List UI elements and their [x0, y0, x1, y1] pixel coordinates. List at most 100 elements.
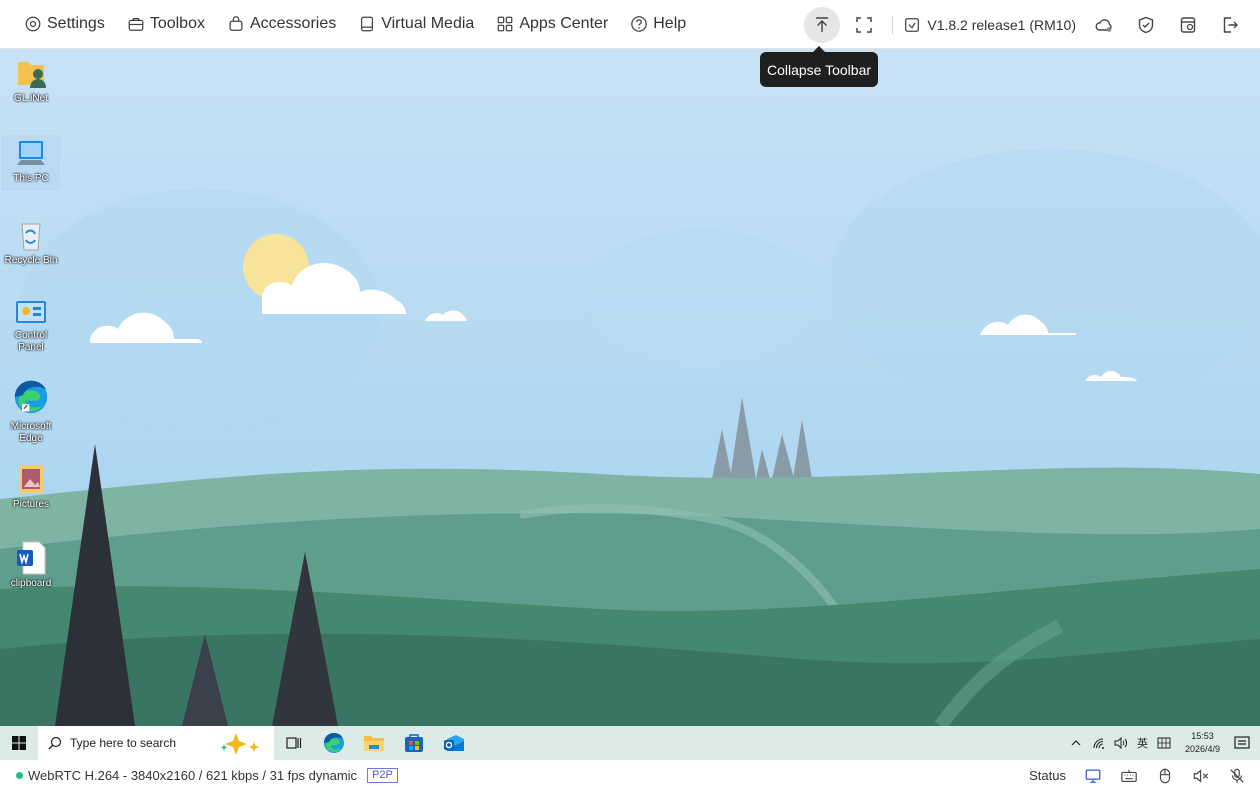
windows-taskbar: Type here to search 英 15:53 2026/4/9: [0, 726, 1260, 760]
toolbar-menu: Settings Toolbox Accessories Virtual Med…: [24, 0, 686, 49]
device-icon: [1180, 16, 1196, 33]
monitor-icon[interactable]: [1084, 767, 1102, 785]
recycle-bin-icon: [13, 217, 49, 253]
help-label: Help: [653, 15, 687, 32]
control-panel-icon: [13, 298, 49, 328]
taskbar-search-box[interactable]: Type here to search: [38, 726, 274, 760]
taskbar-edge[interactable]: [314, 726, 354, 760]
user-folder-icon: [13, 55, 49, 91]
top-toolbar: Settings Toolbox Accessories Virtual Med…: [0, 0, 1260, 49]
task-view-button[interactable]: [274, 726, 314, 760]
search-icon: [48, 736, 62, 750]
toolbox-menu[interactable]: Toolbox: [127, 0, 205, 49]
taskbar-store[interactable]: [394, 726, 434, 760]
tooltip-text: Collapse Toolbar: [766, 61, 872, 78]
taskbar-clock[interactable]: 15:53 2026/4/9: [1185, 730, 1220, 756]
speaker-muted-icon[interactable]: [1192, 767, 1210, 785]
device-button[interactable]: [1170, 7, 1206, 43]
apps-icon: [497, 16, 513, 32]
settings-menu[interactable]: Settings: [24, 0, 105, 49]
p2p-badge: P2P: [367, 768, 398, 783]
mouse-icon[interactable]: [1156, 767, 1174, 785]
security-button[interactable]: [1128, 7, 1164, 43]
accessories-menu[interactable]: Accessories: [227, 0, 336, 49]
drive-icon: [361, 16, 374, 32]
gear-icon: [25, 16, 41, 32]
apps-center-menu[interactable]: Apps Center: [496, 0, 608, 49]
virtual-media-label: Virtual Media: [381, 15, 475, 32]
store-icon: [405, 734, 423, 752]
desktop-icon-recycle-bin[interactable]: Recycle Bin: [1, 217, 61, 273]
desktop-icon-label: Microsoft Edge: [10, 421, 52, 444]
edge-icon: [13, 375, 49, 419]
volume-icon[interactable]: [1114, 737, 1128, 749]
taskbar-file-explorer[interactable]: [354, 726, 394, 760]
version-check-icon: [905, 17, 920, 32]
toolbox-label: Toolbox: [149, 15, 205, 32]
pictures-folder-icon: [13, 461, 49, 497]
notification-icon[interactable]: [1234, 736, 1250, 750]
desktop-icon-label: Control Panel: [14, 330, 48, 353]
computer-icon: [13, 135, 49, 171]
help-menu[interactable]: Help: [630, 0, 686, 49]
desktop-icon-label: GL.iNet: [14, 93, 48, 104]
collapse-toolbar-button[interactable]: [804, 6, 841, 43]
search-placeholder: Type here to search: [70, 736, 177, 750]
help-icon: [631, 16, 648, 32]
system-tray: 英 15:53 2026/4/9: [1064, 726, 1260, 760]
apps-center-label: Apps Center: [519, 15, 609, 32]
task-view-icon: [286, 737, 302, 749]
cloud-icon: [1095, 18, 1112, 32]
folder-icon: [364, 736, 384, 751]
status-label[interactable]: Status: [1029, 768, 1066, 783]
virtual-media-menu[interactable]: Virtual Media: [358, 0, 474, 49]
keyboard-icon[interactable]: [1120, 767, 1138, 785]
stream-info: WebRTC H.264 - 3840x2160 / 621 kbps / 31…: [28, 768, 358, 783]
desktop-icon-label: This PC: [13, 173, 49, 184]
stream-status-bar: WebRTC H.264 - 3840x2160 / 621 kbps / 31…: [0, 760, 1260, 791]
version-label: V1.8.2 release1 (RM10): [927, 16, 1076, 33]
fullscreen-button[interactable]: [846, 7, 882, 43]
status-bar-controls: Status: [1029, 760, 1246, 791]
desktop-icon-label: Recycle Bin: [4, 255, 58, 266]
desktop-icon-label: clipboard: [10, 578, 52, 589]
settings-label: Settings: [47, 15, 105, 32]
clock-date: 2026/4/9: [1184, 744, 1220, 754]
desktop-icon-pictures[interactable]: Pictures: [1, 461, 61, 517]
microphone-muted-icon[interactable]: [1228, 767, 1246, 785]
network-icon[interactable]: [1092, 737, 1106, 749]
connection-status-dot: [16, 772, 23, 779]
desktop-icon-clipboard[interactable]: clipboard: [1, 540, 61, 596]
taskbar-outlook[interactable]: [434, 726, 474, 760]
ime-indicator[interactable]: 英: [1137, 735, 1148, 751]
sparkle-icon: [220, 733, 259, 755]
cloud-button[interactable]: [1086, 7, 1122, 43]
collapse-toolbar-tooltip: Collapse Toolbar: [760, 46, 878, 87]
version-info[interactable]: V1.8.2 release1 (RM10): [903, 16, 1076, 34]
clock-time: 15:53: [1191, 731, 1214, 741]
fullscreen-icon: [856, 16, 873, 33]
shield-icon: [1138, 16, 1154, 33]
desktop-icon-label: Pictures: [12, 499, 50, 510]
desktop-icon-control-panel[interactable]: Control Panel: [1, 298, 61, 354]
start-button[interactable]: [0, 726, 38, 760]
remote-desktop[interactable]: GL.iNet This PC Recycle Bin Control Pane…: [0, 49, 1260, 726]
edge-icon: [324, 733, 344, 753]
desktop-wallpaper: [0, 49, 1260, 726]
desktop-icon-edge[interactable]: Microsoft Edge: [1, 375, 61, 447]
windows-logo-icon: [12, 736, 26, 750]
bag-icon: [229, 16, 243, 31]
desktop-icon-glinet[interactable]: GL.iNet: [1, 55, 61, 115]
ime-grid-icon[interactable]: [1157, 737, 1171, 749]
toolbox-icon: [128, 17, 144, 31]
mail-icon: [444, 735, 464, 751]
logout-button[interactable]: [1212, 7, 1248, 43]
logout-icon: [1223, 16, 1238, 33]
desktop-icon-this-pc[interactable]: This PC: [0, 134, 62, 192]
accessories-label: Accessories: [249, 15, 337, 32]
toolbar-divider: [892, 15, 894, 34]
chevron-up-icon[interactable]: [1070, 737, 1082, 749]
toolbar-right: V1.8.2 release1 (RM10): [804, 0, 1260, 49]
word-document-icon: [13, 540, 49, 576]
collapse-up-icon: [816, 16, 829, 32]
